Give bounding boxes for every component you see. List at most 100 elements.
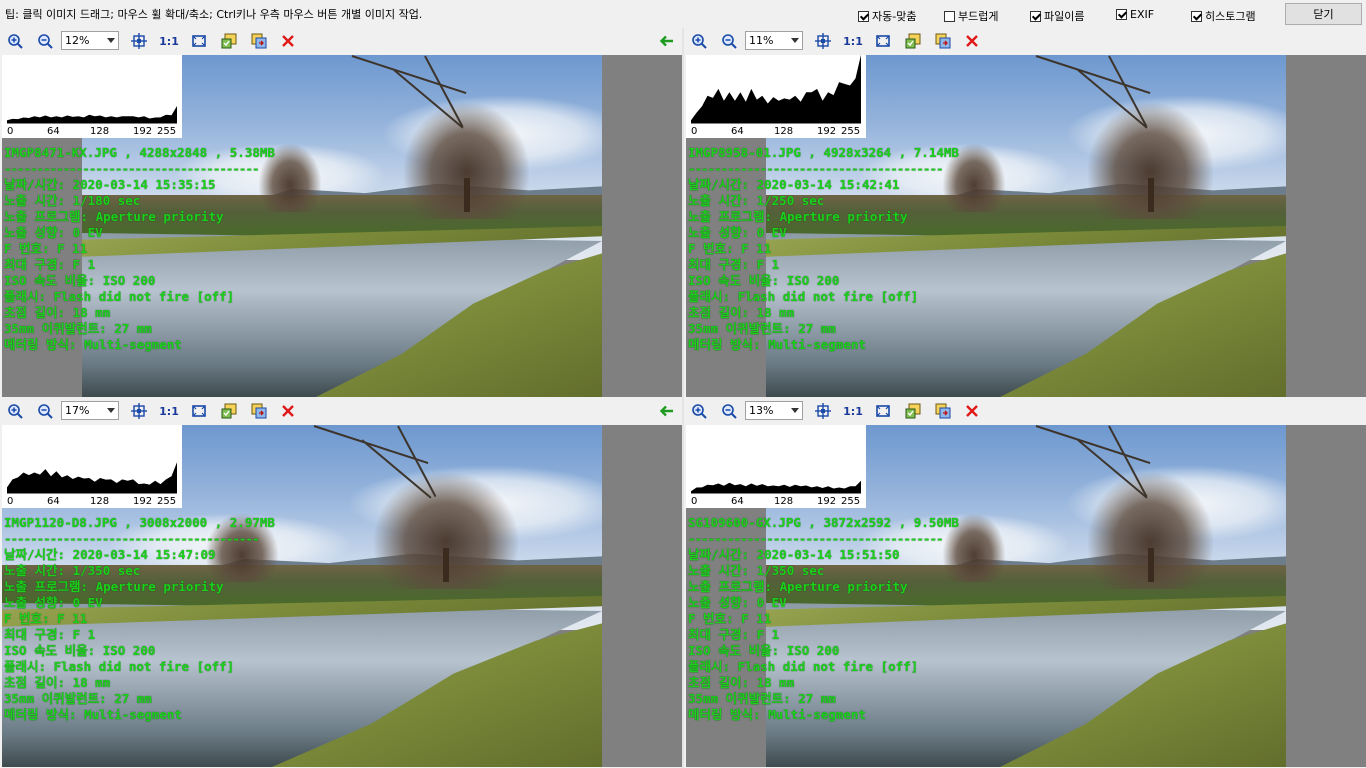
exif-value: 0 EV — [756, 595, 787, 610]
checkbox-box[interactable] — [1191, 10, 1202, 22]
exif-flash: 플래시: Flash did not fire [off] — [688, 289, 919, 304]
histogram-tick: 0 — [691, 126, 698, 137]
zoom-out-icon[interactable] — [36, 32, 54, 50]
image-viewport[interactable]: 0 64 128 192 255 IMGP8958-01.JPG , 4928x… — [686, 55, 1366, 397]
fullscreen-icon[interactable] — [190, 32, 208, 50]
actual-size-button[interactable]: 1:1 — [842, 32, 864, 50]
exif-label: ISO 속도 비율 — [4, 643, 88, 658]
histogram-tick: 64 — [47, 126, 60, 137]
exif-iso: ISO 속도 비율: ISO 200 — [688, 273, 840, 288]
zoom-select[interactable]: 13% — [745, 401, 803, 420]
fit-icon[interactable] — [814, 402, 832, 420]
copy-icon[interactable] — [250, 402, 268, 420]
checkbox-box[interactable] — [1030, 10, 1041, 22]
exif-value: 18 mm — [756, 305, 795, 320]
histogram-tick: 255 — [157, 496, 177, 507]
sync-arrow-icon[interactable] — [658, 402, 676, 420]
exif-label: ISO 속도 비율 — [688, 643, 772, 658]
histogram: 0 64 128 192 255 — [686, 425, 866, 508]
sync-arrow-icon[interactable] — [658, 32, 676, 50]
fullscreen-icon[interactable] — [190, 402, 208, 420]
close-icon[interactable] — [279, 32, 297, 50]
histogram-checkbox[interactable]: 히스토그램 — [1191, 8, 1256, 24]
close-icon[interactable] — [279, 402, 297, 420]
close-icon[interactable] — [963, 402, 981, 420]
histogram-tick: 0 — [7, 126, 14, 137]
image-pane-4: 13% 1:1 0 64 128 192 255 SG109600-GX.JPG… — [684, 398, 1366, 767]
chevron-down-icon — [791, 408, 799, 413]
histogram-tick: 64 — [47, 496, 60, 507]
exif-value: Flash did not fire [off] — [53, 289, 235, 304]
fullscreen-icon[interactable] — [874, 402, 892, 420]
auto-fit-checkbox[interactable]: 자동-맞춤 — [858, 8, 916, 24]
actual-size-button[interactable]: 1:1 — [158, 402, 180, 420]
exif-bias: 노출 성향: 0 EV — [688, 595, 787, 610]
histogram-tick: 255 — [157, 126, 177, 137]
filename-checkbox[interactable]: 파일이름 — [1030, 8, 1084, 24]
zoom-select[interactable]: 17% — [61, 401, 119, 420]
fit-icon[interactable] — [130, 32, 148, 50]
image-viewport[interactable]: 0 64 128 192 255 SG109600-GX.JPG , 3872x… — [686, 425, 1366, 767]
zoom-in-icon[interactable] — [6, 32, 24, 50]
copy-icon[interactable] — [250, 32, 268, 50]
exif-label: 최대 구경 — [4, 627, 58, 642]
exif-overlay: IMGP8471-KX.JPG , 4288x2848 , 5.38MB ---… — [4, 145, 275, 353]
close-button[interactable]: 닫기 — [1285, 3, 1362, 25]
zoom-out-icon[interactable] — [36, 402, 54, 420]
exif-label: 날짜/시간 — [688, 177, 742, 192]
save-icon[interactable] — [904, 32, 922, 50]
fit-icon[interactable] — [814, 32, 832, 50]
checkbox-box[interactable] — [1116, 9, 1127, 20]
exif-datetime: 날짜/시간: 2020-03-14 15:47:09 — [4, 547, 216, 562]
smooth-checkbox[interactable]: 부드럽게 — [944, 8, 998, 24]
exif-value: 0 EV — [72, 595, 103, 610]
histogram: 0 64 128 192 255 — [2, 55, 182, 138]
exif-value: Flash did not fire [off] — [737, 289, 919, 304]
zoom-in-icon[interactable] — [690, 32, 708, 50]
fullscreen-icon[interactable] — [874, 32, 892, 50]
exif-iso: ISO 속도 비율: ISO 200 — [4, 273, 156, 288]
image-pane-1: 12% 1:1 0 64 128 192 255 IMGP8471-KX.JPG… — [0, 28, 682, 397]
tree-trunk — [443, 548, 449, 583]
exif-bias: 노출 성향: 0 EV — [688, 225, 787, 240]
exif-value: F 1 — [72, 627, 96, 642]
copy-icon[interactable] — [934, 32, 952, 50]
actual-size-button[interactable]: 1:1 — [158, 32, 180, 50]
checkbox-box[interactable] — [944, 10, 955, 22]
tree-trunk — [1148, 548, 1155, 583]
save-icon[interactable] — [904, 402, 922, 420]
zoom-out-icon[interactable] — [720, 402, 738, 420]
exif-label: 노출 시간 — [4, 563, 58, 578]
zoom-in-icon[interactable] — [690, 402, 708, 420]
checkbox-box[interactable] — [858, 10, 869, 22]
exif-checkbox[interactable]: EXIF — [1116, 8, 1154, 21]
exif-value: Flash did not fire [off] — [53, 659, 235, 674]
exif-label: 노출 성향 — [688, 225, 742, 240]
exif-value: 18 mm — [756, 675, 795, 690]
pane-toolbar: 17% 1:1 — [0, 398, 682, 424]
exif-label: ISO 속도 비율 — [4, 273, 88, 288]
save-icon[interactable] — [220, 32, 238, 50]
exif-label: 최대 구경 — [688, 627, 742, 642]
zoom-value: 13% — [749, 404, 774, 417]
zoom-select[interactable]: 12% — [61, 31, 119, 50]
zoom-select[interactable]: 11% — [745, 31, 803, 50]
zoom-out-icon[interactable] — [720, 32, 738, 50]
histogram-label: 히스토그램 — [1205, 10, 1256, 23]
exif-label: 노출 시간 — [4, 193, 58, 208]
exif-overlay: IMGP1120-D8.JPG , 3008x2000 , 2.97MB ---… — [4, 515, 275, 723]
tip-text: 팁: 클릭 이미지 드래그; 마우스 휠 확대/축소; Ctrl키나 우측 마우… — [5, 8, 423, 21]
image-viewport[interactable]: 0 64 128 192 255 IMGP8471-KX.JPG , 4288x… — [2, 55, 682, 397]
fit-icon[interactable] — [130, 402, 148, 420]
exif-value: 2020-03-14 15:42:41 — [756, 177, 900, 192]
exif-label: F 번호 — [4, 611, 43, 626]
zoom-in-icon[interactable] — [6, 402, 24, 420]
exif-label: 35mm 이퀴발런트 — [688, 691, 784, 706]
actual-size-button[interactable]: 1:1 — [842, 402, 864, 420]
copy-icon[interactable] — [934, 402, 952, 420]
histogram-tick: 64 — [731, 496, 744, 507]
close-icon[interactable] — [963, 32, 981, 50]
image-viewport[interactable]: 0 64 128 192 255 IMGP1120-D8.JPG , 3008x… — [2, 425, 682, 767]
save-icon[interactable] — [220, 402, 238, 420]
histogram-tick: 128 — [90, 126, 110, 137]
